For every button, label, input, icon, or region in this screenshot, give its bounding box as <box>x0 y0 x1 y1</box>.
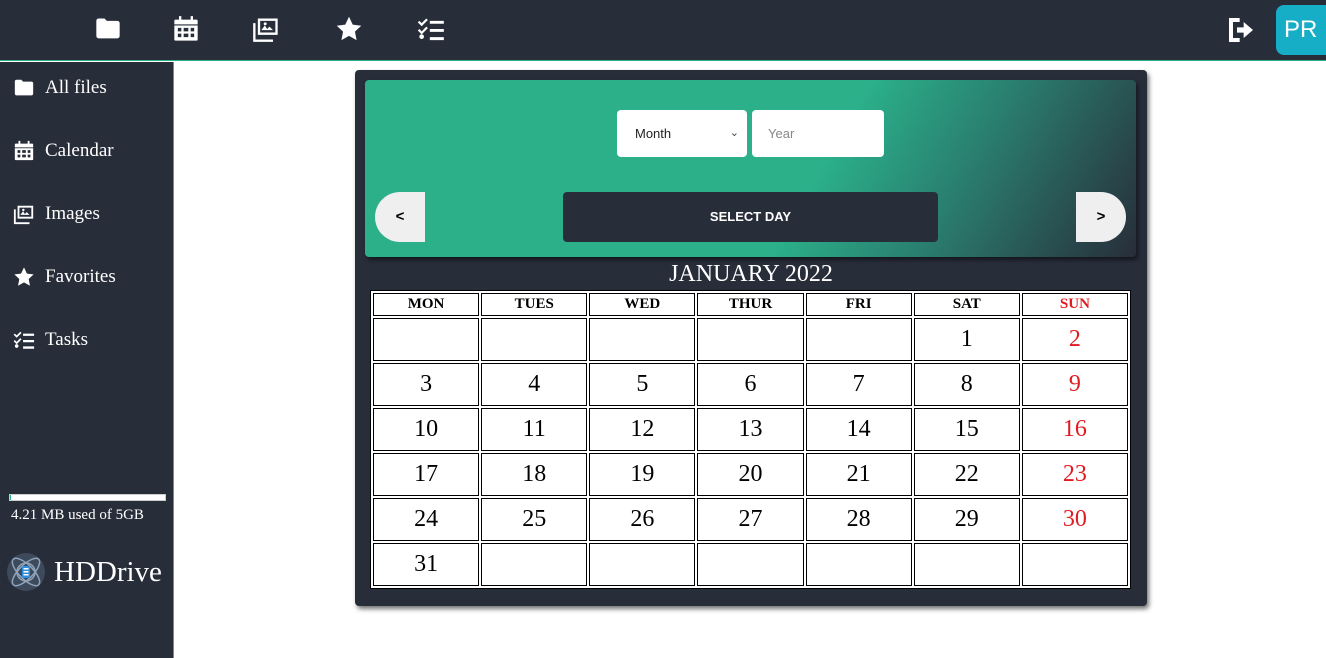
day-cell[interactable] <box>373 318 480 361</box>
day-cell[interactable]: 4 <box>481 363 588 406</box>
day-cell[interactable]: 6 <box>697 363 804 406</box>
day-cell[interactable]: 20 <box>697 453 804 496</box>
select-day-button[interactable]: SELECT DAY <box>563 192 938 242</box>
weekday-header: MON <box>373 293 480 316</box>
weekday-header: TUES <box>481 293 588 316</box>
weekday-header: FRI <box>805 293 912 316</box>
day-cell[interactable]: 22 <box>913 453 1020 496</box>
brand-name: HDDrive <box>54 555 162 588</box>
storage-usage-text: 4.21 MB used of 5GB <box>11 507 144 523</box>
calendar-title: JANUARY 2022 <box>669 261 833 287</box>
day-cell[interactable]: 1 <box>913 318 1020 361</box>
sidebar-item-images[interactable]: Images <box>13 199 100 229</box>
day-cell-sunday[interactable]: 16 <box>1021 408 1128 451</box>
sidebar-item-all-files[interactable]: All files <box>13 73 107 103</box>
sidebar-item-tasks[interactable]: Tasks <box>13 325 88 355</box>
day-cell[interactable]: 14 <box>805 408 912 451</box>
day-cell[interactable] <box>589 318 696 361</box>
sidebar-item-label: Favorites <box>45 266 116 287</box>
day-cell[interactable] <box>805 318 912 361</box>
tasks-icon[interactable] <box>416 14 446 44</box>
folder-icon[interactable] <box>93 14 123 44</box>
day-cell[interactable]: 25 <box>481 498 588 541</box>
sidebar: All files Calendar Images Favorites Task… <box>0 62 174 658</box>
weekday-header-row: MON TUES WED THUR FRI SAT SUN <box>373 293 1128 316</box>
day-cell[interactable] <box>589 543 696 586</box>
logout-icon[interactable] <box>1224 14 1258 46</box>
day-cell[interactable]: 17 <box>373 453 480 496</box>
images-icon <box>13 205 34 225</box>
day-cell[interactable]: 18 <box>481 453 588 496</box>
day-cell[interactable]: 10 <box>373 408 480 451</box>
day-cell[interactable]: 15 <box>913 408 1020 451</box>
sidebar-item-label: Calendar <box>45 140 114 161</box>
day-cell[interactable]: 7 <box>805 363 912 406</box>
calendar-icon[interactable] <box>171 14 201 44</box>
sidebar-item-label: All files <box>45 77 107 98</box>
day-cell[interactable]: 21 <box>805 453 912 496</box>
day-cell[interactable] <box>913 543 1020 586</box>
calendar-card: Month ⌄ < SELECT DAY > JANUARY 2022 MON … <box>355 70 1147 606</box>
folder-icon <box>14 79 34 96</box>
weekday-header: WED <box>589 293 696 316</box>
sidebar-item-label: Images <box>45 203 100 224</box>
month-select-value: Month <box>635 126 672 141</box>
top-bar: PR <box>0 0 1326 61</box>
day-cell[interactable] <box>481 318 588 361</box>
day-cell-sunday[interactable]: 9 <box>1021 363 1128 406</box>
day-cell[interactable] <box>805 543 912 586</box>
weekday-header-sunday: SUN <box>1021 293 1128 316</box>
calendar-grid: MON TUES WED THUR FRI SAT SUN 1 2 3 4 5 … <box>370 290 1131 589</box>
calendar-icon <box>14 140 34 161</box>
day-cell[interactable]: 26 <box>589 498 696 541</box>
day-cell-sunday[interactable] <box>1021 543 1128 586</box>
prev-month-button[interactable]: < <box>375 192 425 242</box>
sidebar-item-label: Tasks <box>45 329 89 350</box>
tasks-icon <box>13 331 35 349</box>
week-row: 3 4 5 6 7 8 9 <box>373 363 1128 406</box>
day-cell[interactable]: 11 <box>481 408 588 451</box>
year-input[interactable] <box>752 110 884 157</box>
calendar-header: Month ⌄ < SELECT DAY > <box>365 80 1136 257</box>
week-row: 24 25 26 27 28 29 30 <box>373 498 1128 541</box>
day-cell-sunday[interactable]: 23 <box>1021 453 1128 496</box>
month-select[interactable]: Month ⌄ <box>617 110 747 157</box>
sidebar-item-calendar[interactable]: Calendar <box>13 136 114 166</box>
day-cell[interactable] <box>697 543 804 586</box>
day-cell[interactable]: 5 <box>589 363 696 406</box>
sidebar-item-favorites[interactable]: Favorites <box>13 262 116 292</box>
weekday-header: THUR <box>697 293 804 316</box>
day-cell-sunday[interactable]: 30 <box>1021 498 1128 541</box>
avatar[interactable]: PR <box>1276 5 1326 55</box>
day-cell[interactable]: 3 <box>373 363 480 406</box>
star-icon <box>14 267 34 286</box>
day-cell[interactable] <box>481 543 588 586</box>
week-row: 31 <box>373 543 1128 586</box>
day-cell[interactable]: 8 <box>913 363 1020 406</box>
day-cell[interactable] <box>697 318 804 361</box>
day-cell[interactable]: 31 <box>373 543 480 586</box>
images-icon[interactable] <box>251 14 281 44</box>
day-cell[interactable]: 29 <box>913 498 1020 541</box>
week-row: 1 2 <box>373 318 1128 361</box>
day-cell-sunday[interactable]: 2 <box>1021 318 1128 361</box>
star-icon[interactable] <box>334 14 364 44</box>
brand: HDDrive <box>6 552 162 592</box>
day-cell[interactable]: 19 <box>589 453 696 496</box>
next-month-button[interactable]: > <box>1076 192 1126 242</box>
day-cell[interactable]: 28 <box>805 498 912 541</box>
chevron-down-icon: ⌄ <box>729 127 739 139</box>
day-cell[interactable]: 12 <box>589 408 696 451</box>
week-row: 10 11 12 13 14 15 16 <box>373 408 1128 451</box>
day-cell[interactable]: 24 <box>373 498 480 541</box>
day-cell[interactable]: 27 <box>697 498 804 541</box>
week-row: 17 18 19 20 21 22 23 <box>373 453 1128 496</box>
hddrive-logo-icon <box>7 553 45 591</box>
storage-progress-bar <box>9 494 166 501</box>
day-cell[interactable]: 13 <box>697 408 804 451</box>
weekday-header: SAT <box>913 293 1020 316</box>
